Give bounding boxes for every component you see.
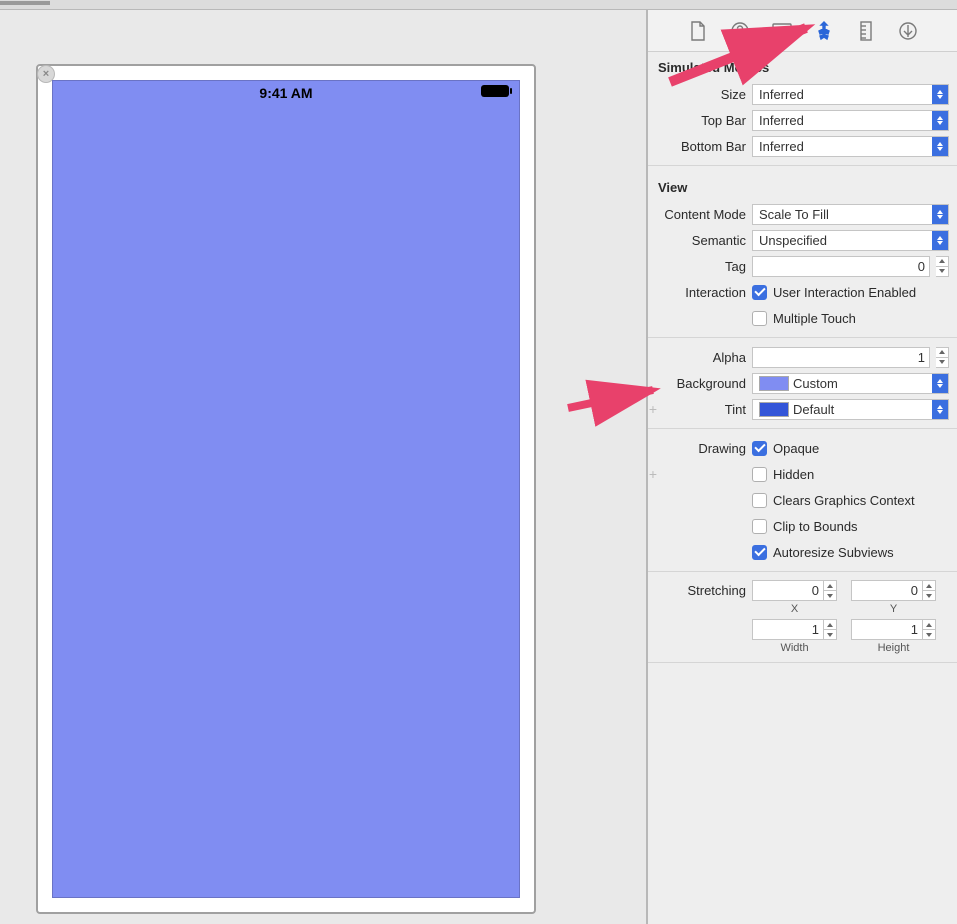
chevron-updown-icon: [932, 231, 948, 250]
add-attribute-icon[interactable]: +: [648, 466, 660, 482]
content-mode-popup[interactable]: Scale To Fill: [752, 204, 949, 225]
attributes-inspector-tab[interactable]: [813, 20, 835, 42]
divider: [648, 571, 957, 572]
bottom-bar-label: Bottom Bar: [648, 139, 746, 154]
size-label: Size: [648, 87, 746, 102]
background-popup[interactable]: Custom: [752, 373, 949, 394]
stretch-y-sublabel: Y: [890, 603, 897, 615]
stretch-y-field[interactable]: 0: [851, 580, 923, 601]
content-mode-value: Scale To Fill: [759, 207, 829, 222]
inspector-panel: Simulated Metrics Size Inferred Top Bar …: [647, 10, 957, 924]
divider: [648, 337, 957, 338]
alpha-field[interactable]: 1: [752, 347, 930, 368]
opaque-checkbox[interactable]: [752, 441, 767, 456]
quick-help-tab[interactable]: [729, 20, 751, 42]
file-inspector-tab[interactable]: [687, 20, 709, 42]
bottom-bar-value: Inferred: [759, 139, 804, 154]
size-popup[interactable]: Inferred: [752, 84, 949, 105]
divider: [648, 662, 957, 663]
tint-swatch: [759, 402, 789, 417]
autoresize-checkbox[interactable]: [752, 545, 767, 560]
chevron-updown-icon: [932, 374, 948, 393]
stretching-label: Stretching: [648, 580, 746, 598]
size-inspector-tab[interactable]: [855, 20, 877, 42]
bottom-bar-popup[interactable]: Inferred: [752, 136, 949, 157]
section-simulated-metrics: Simulated Metrics: [648, 52, 957, 81]
alpha-label: Alpha: [648, 350, 746, 365]
toolbar-segment: [0, 1, 50, 5]
tint-value: Default: [793, 402, 834, 417]
clip-to-bounds-text: Clip to Bounds: [773, 519, 858, 534]
chevron-updown-icon: [932, 205, 948, 224]
semantic-popup[interactable]: Unspecified: [752, 230, 949, 251]
tint-popup[interactable]: Default: [752, 399, 949, 420]
stretch-x-sublabel: X: [791, 603, 798, 615]
background-swatch: [759, 376, 789, 391]
background-value: Custom: [793, 376, 838, 391]
hidden-checkbox[interactable]: [752, 467, 767, 482]
divider: [648, 165, 957, 166]
size-value: Inferred: [759, 87, 804, 102]
drawing-label: Drawing: [648, 441, 746, 456]
top-bar-value: Inferred: [759, 113, 804, 128]
scene-artboard[interactable]: × 9:41 AM: [36, 64, 536, 914]
window-toolbar: [0, 0, 957, 10]
clears-graphics-text: Clears Graphics Context: [773, 493, 915, 508]
stretch-x-stepper[interactable]: [824, 580, 837, 601]
tint-label: Tint: [648, 402, 746, 417]
battery-icon: [481, 85, 509, 97]
stretch-height-sublabel: Height: [878, 642, 910, 654]
semantic-label: Semantic: [648, 233, 746, 248]
identity-inspector-tab[interactable]: [771, 20, 793, 42]
chevron-updown-icon: [932, 400, 948, 419]
device-view[interactable]: 9:41 AM: [52, 80, 520, 898]
chevron-updown-icon: [932, 111, 948, 130]
opaque-text: Opaque: [773, 441, 819, 456]
add-attribute-icon[interactable]: +: [648, 401, 660, 417]
interaction-label: Interaction: [648, 285, 746, 300]
status-bar: 9:41 AM: [53, 81, 519, 105]
background-label: Background: [648, 376, 746, 391]
hidden-text: Hidden: [773, 467, 814, 482]
inspector-tabs: [648, 10, 957, 52]
user-interaction-checkbox[interactable]: [752, 285, 767, 300]
multiple-touch-checkbox[interactable]: [752, 311, 767, 326]
chevron-updown-icon: [932, 85, 948, 104]
interface-builder-canvas[interactable]: × 9:41 AM: [0, 10, 647, 924]
stretch-width-field[interactable]: 1: [752, 619, 824, 640]
alpha-stepper[interactable]: [936, 347, 949, 368]
divider: [648, 428, 957, 429]
stretch-height-stepper[interactable]: [923, 619, 936, 640]
stretch-height-field[interactable]: 1: [851, 619, 923, 640]
stretch-y-stepper[interactable]: [923, 580, 936, 601]
top-bar-popup[interactable]: Inferred: [752, 110, 949, 131]
chevron-updown-icon: [932, 137, 948, 156]
semantic-value: Unspecified: [759, 233, 827, 248]
autoresize-text: Autoresize Subviews: [773, 545, 894, 560]
tag-stepper[interactable]: [936, 256, 949, 277]
clip-to-bounds-checkbox[interactable]: [752, 519, 767, 534]
stretch-x-field[interactable]: 0: [752, 580, 824, 601]
user-interaction-text: User Interaction Enabled: [773, 285, 916, 300]
clears-graphics-checkbox[interactable]: [752, 493, 767, 508]
stretch-width-sublabel: Width: [780, 642, 808, 654]
connections-inspector-tab[interactable]: [897, 20, 919, 42]
stretch-width-stepper[interactable]: [824, 619, 837, 640]
status-time: 9:41 AM: [259, 85, 312, 101]
tag-field[interactable]: 0: [752, 256, 930, 277]
content-mode-label: Content Mode: [648, 207, 746, 222]
tag-label: Tag: [648, 259, 746, 274]
top-bar-label: Top Bar: [648, 113, 746, 128]
section-view: View: [648, 172, 957, 201]
multiple-touch-text: Multiple Touch: [773, 311, 856, 326]
